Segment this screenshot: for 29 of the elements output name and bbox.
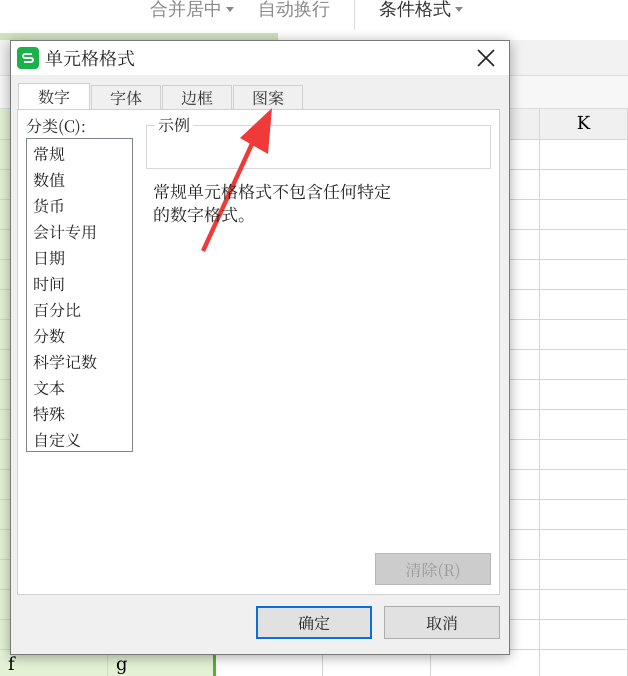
ribbon-button[interactable]: 自动换行 — [258, 0, 330, 20]
tab[interactable]: 边框 — [162, 85, 232, 109]
table-cell: g — [116, 654, 128, 675]
list-item[interactable]: 数值 — [27, 167, 132, 193]
tab[interactable]: 图案 — [233, 85, 303, 109]
list-item[interactable]: 日期 — [27, 245, 132, 271]
category-label: 分类(C): — [26, 116, 87, 136]
sample-label: 示例 — [155, 116, 194, 134]
dialog-button[interactable]: 确定 — [256, 606, 372, 639]
column-header[interactable]: K — [540, 109, 628, 140]
spreadsheet-logo-icon — [17, 47, 39, 69]
list-item[interactable]: 会计专用 — [27, 219, 132, 245]
close-icon — [477, 49, 495, 67]
dialog-button[interactable]: 取消 — [384, 606, 500, 639]
list-item[interactable]: 科学记数 — [27, 349, 132, 375]
list-item[interactable]: 常规 — [27, 141, 132, 167]
list-item[interactable]: 文本 — [27, 375, 132, 401]
list-item[interactable]: 分数 — [27, 323, 132, 349]
list-item[interactable]: 货币 — [27, 193, 132, 219]
ribbon-button[interactable]: 条件格式 — [379, 0, 451, 20]
list-item[interactable]: 时间 — [27, 271, 132, 297]
list-item[interactable]: 百分比 — [27, 297, 132, 323]
tab[interactable]: 字体 — [91, 85, 161, 109]
tab[interactable]: 数字 — [18, 83, 90, 109]
list-item[interactable]: 自定义 — [27, 427, 132, 453]
table-cell: f — [8, 654, 15, 675]
ribbon-button[interactable]: 合并居中 — [150, 0, 222, 20]
list-item[interactable]: 特殊 — [27, 401, 132, 427]
dialog-title: 单元格格式 — [45, 45, 136, 71]
